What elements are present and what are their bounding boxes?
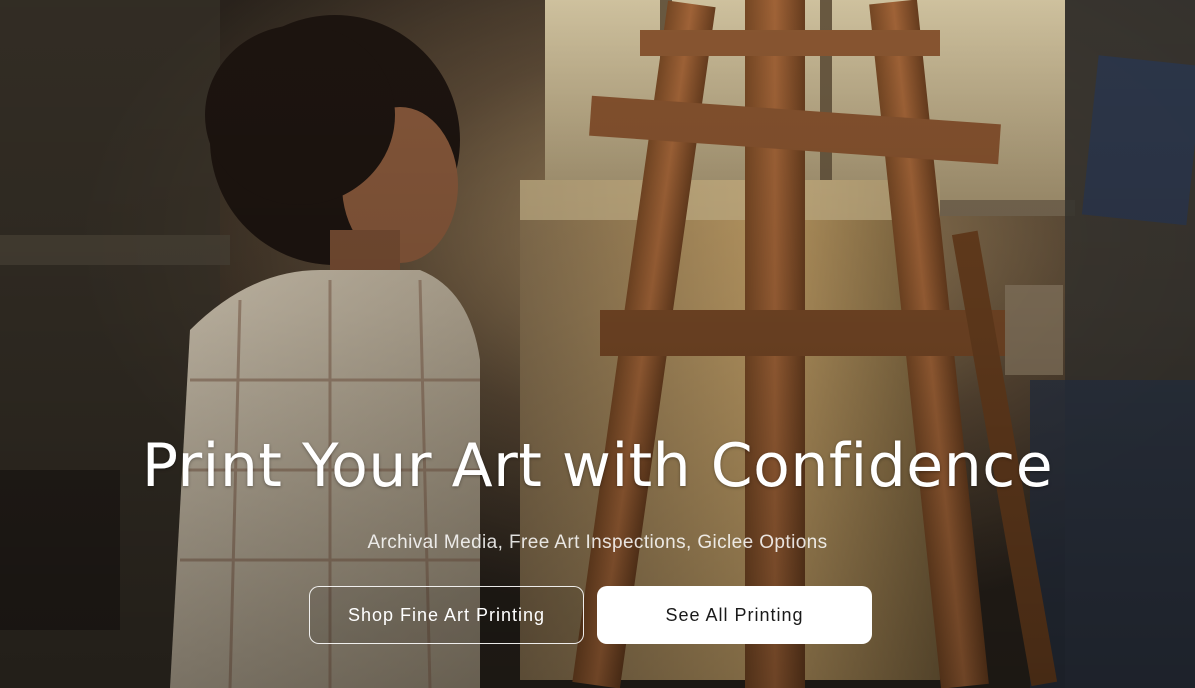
hero-cta-group: Shop Fine Art Printing See All Printing bbox=[309, 586, 872, 644]
hero-banner: Print Your Art with Confidence Archival … bbox=[0, 0, 1195, 688]
hero-headline: Print Your Art with Confidence bbox=[141, 431, 1054, 501]
hero-dark-overlay bbox=[0, 0, 1195, 688]
see-all-printing-button[interactable]: See All Printing bbox=[597, 586, 872, 644]
shop-fine-art-printing-button[interactable]: Shop Fine Art Printing bbox=[309, 586, 584, 644]
hero-subheadline: Archival Media, Free Art Inspections, Gi… bbox=[367, 532, 828, 553]
hero-content: Print Your Art with Confidence Archival … bbox=[0, 430, 1195, 555]
